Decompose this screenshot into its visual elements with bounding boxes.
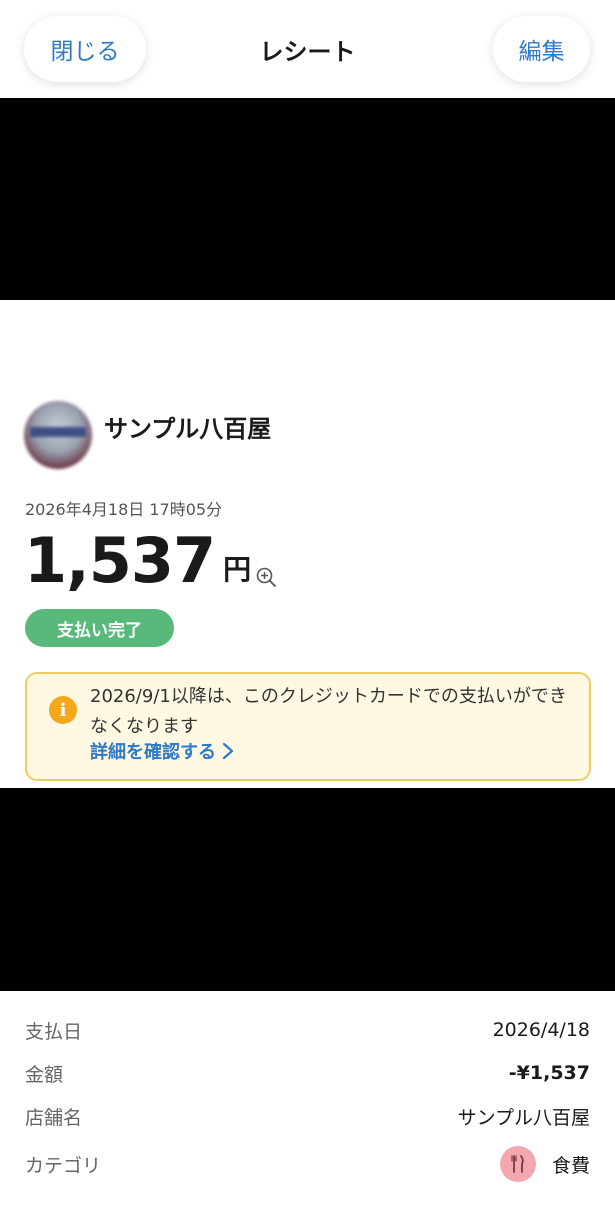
- detail-row-payment-date: 支払日 2026/4/18: [25, 1010, 590, 1050]
- amount-row: 1,537 円: [24, 522, 277, 600]
- currency-unit: 円: [223, 553, 252, 586]
- amount-value: 1,537: [24, 524, 216, 597]
- notice-details-link[interactable]: 詳細を確認する: [90, 738, 234, 764]
- notice-message: 2026/9/1以降は、このクレジットカードでの支払いができなくなります: [90, 686, 567, 737]
- detail-row-category[interactable]: カテゴリ 食費: [25, 1144, 590, 1184]
- detail-label: 支払日: [25, 1020, 83, 1043]
- notice-link-label: 詳細を確認する: [90, 742, 216, 763]
- detail-row-amount: 金額 -¥1,537: [25, 1053, 590, 1093]
- merchant-name: サンプル八百屋: [104, 415, 272, 443]
- notice-banner: i 2026/9/1以降は、このクレジットカードでの支払いができなくなります 詳…: [25, 672, 591, 781]
- detail-value: 食費: [551, 1154, 590, 1177]
- merchant-avatar: [24, 401, 92, 469]
- detail-row-store-name: 店舗名 サンプル八百屋: [25, 1096, 590, 1136]
- redacted-area-bottom: [0, 788, 615, 991]
- edit-button[interactable]: 編集: [493, 16, 590, 82]
- detail-value: サンプル八百屋: [457, 1106, 590, 1129]
- chevron-right-icon: [222, 742, 234, 760]
- utensils-icon: [499, 1146, 536, 1182]
- details-section: 支払日 2026/4/18 金額 -¥1,537 店舗名 サンプル八百屋 カテゴ…: [0, 991, 615, 1206]
- zoom-in-icon[interactable]: [255, 566, 277, 588]
- info-icon: i: [49, 696, 77, 724]
- detail-value: 2026/4/18: [492, 1019, 590, 1041]
- transaction-datetime: 2026年4月18日 17時05分: [25, 500, 223, 519]
- redacted-area-top: [0, 98, 615, 300]
- detail-value: -¥1,537: [508, 1062, 590, 1084]
- category-value: 食費: [499, 1146, 590, 1182]
- status-badge: 支払い完了: [25, 609, 174, 647]
- detail-label: 金額: [25, 1063, 64, 1086]
- detail-label: カテゴリ: [25, 1154, 102, 1177]
- header-bar: 閉じる レシート 編集: [0, 0, 615, 98]
- detail-label: 店舗名: [25, 1106, 83, 1129]
